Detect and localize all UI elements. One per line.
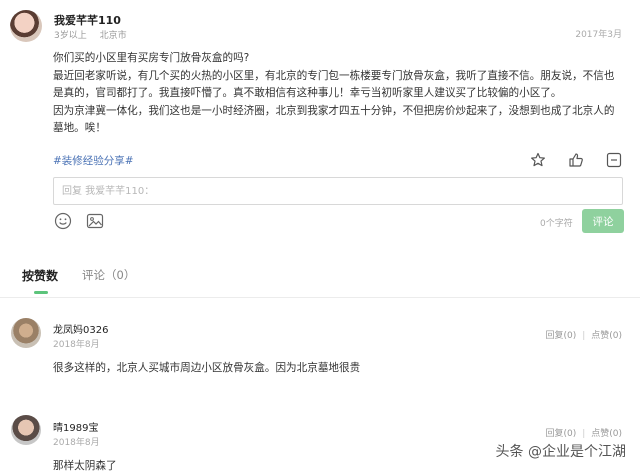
author-name[interactable]: 我爱芊芊110	[54, 12, 121, 28]
like-icon[interactable]	[568, 152, 584, 168]
reply-tools	[54, 212, 104, 230]
commenter-avatar[interactable]	[11, 318, 41, 348]
post-paragraph: 最近回老家听说，有几个买的火热的小区里，有北京的专门包一栋楼要专门放骨灰盒，我听…	[53, 69, 615, 100]
author-meta: 3岁以上 北京市	[54, 28, 127, 41]
emoji-icon[interactable]	[54, 212, 72, 230]
divider: |	[582, 429, 586, 439]
image-icon[interactable]	[86, 212, 104, 230]
author-city-tag: 北京市	[99, 31, 127, 41]
star-icon[interactable]	[530, 152, 546, 168]
char-count: 0个字符	[540, 219, 573, 229]
post-actions	[530, 152, 622, 168]
comment-text: 那样太阴森了	[53, 460, 117, 472]
post-date: 2017年3月	[575, 30, 622, 40]
like-link[interactable]: 点赞(0)	[591, 331, 622, 341]
comment-date: 2018年8月	[53, 438, 100, 448]
divider: |	[582, 331, 586, 341]
comment-actions: 回复(0) | 点赞(0)	[545, 328, 622, 341]
comment-text: 很多这样的，北京人买城市周边小区放骨灰盒。因为北京墓地很贵	[53, 362, 361, 374]
comment-date: 2018年8月	[53, 340, 100, 350]
tab-comments[interactable]: 评论（0）	[82, 267, 135, 283]
author-age-tag: 3岁以上	[54, 31, 87, 41]
submit-comment-button[interactable]: 评论	[582, 209, 624, 233]
reply-input[interactable]	[53, 177, 623, 205]
comment-tabs: 按赞数 评论（0）	[0, 253, 640, 298]
commenter-name[interactable]: 晴1989宝	[53, 419, 98, 434]
commenter-name[interactable]: 龙凤妈0326	[53, 321, 108, 336]
like-link[interactable]: 点赞(0)	[591, 429, 622, 439]
post-body: 你们买的小区里有买房专门放骨灰盒的吗? 最近回老家听说，有几个买的火热的小区里，…	[53, 50, 625, 138]
dislike-icon[interactable]	[606, 152, 622, 168]
post-paragraph: 你们买的小区里有买房专门放骨灰盒的吗?	[53, 52, 250, 64]
reply-link[interactable]: 回复(0)	[545, 429, 576, 439]
post-tag-link[interactable]: #装修经验分享#	[53, 153, 134, 168]
post-paragraph: 因为京津冀一体化，我们这也是一小时经济圈，北京到我家才四五十分钟，不但把房价炒起…	[53, 104, 615, 135]
author-avatar[interactable]	[10, 10, 42, 42]
watermark: 头条 @企业是个江湖	[495, 444, 626, 460]
reply-link[interactable]: 回复(0)	[545, 331, 576, 341]
tab-sort-by-likes[interactable]: 按赞数	[22, 267, 58, 294]
comment-actions: 回复(0) | 点赞(0)	[545, 426, 622, 439]
commenter-avatar[interactable]	[11, 415, 41, 445]
